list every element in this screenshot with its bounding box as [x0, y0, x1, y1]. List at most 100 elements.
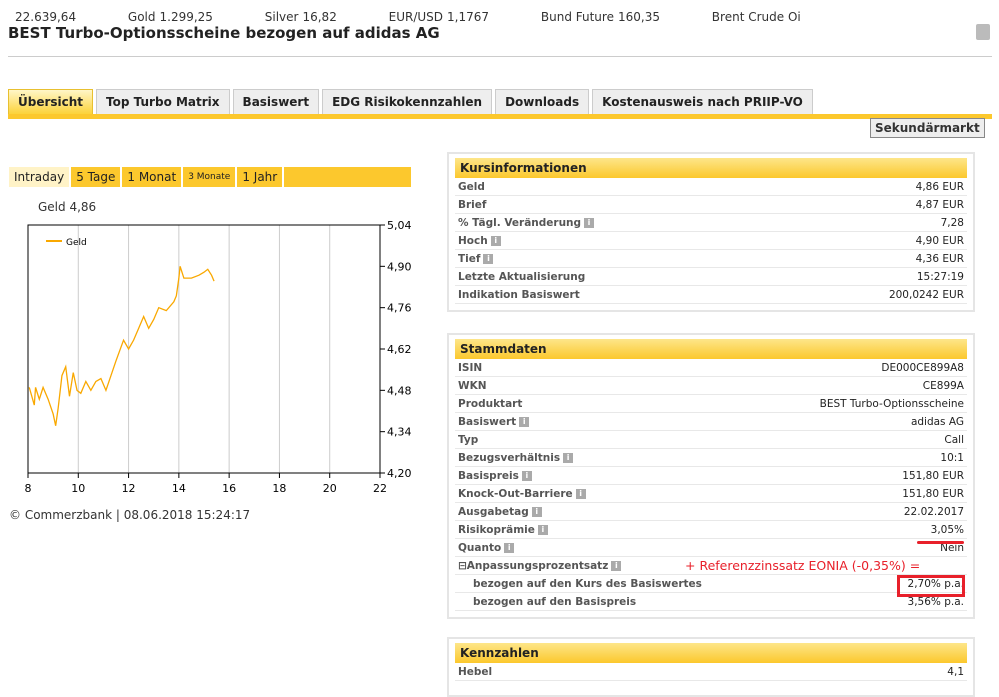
info-icon[interactable]: i: [563, 453, 574, 463]
info-icon[interactable]: i: [584, 218, 595, 228]
range-1-jahr[interactable]: 1 Jahr: [237, 167, 285, 187]
range-3-monate[interactable]: 3 Monate: [183, 167, 238, 187]
row-value: adidas AG: [910, 416, 964, 428]
row-label-text: ISIN: [458, 362, 483, 374]
row-label-text: Hebel: [458, 666, 493, 678]
data-row: ISIN DE000CE899A8: [455, 359, 967, 377]
row-value: CE899A: [922, 380, 964, 392]
data-row: Brief 4,87 EUR: [455, 196, 967, 214]
annotation-highlight-box: [897, 575, 965, 597]
tab-edg-risikokennzahlen[interactable]: EDG Risikokennzahlen: [322, 89, 493, 114]
row-label-text: bezogen auf den Kurs des Basiswertes: [473, 578, 702, 590]
row-label-text: Bezugsverhältnis: [458, 452, 561, 464]
chart-range-tabs: Intraday 5 Tage 1 Monat 3 Monate 1 Jahr: [9, 167, 411, 187]
x-tick-label: 14: [172, 482, 186, 495]
tab-kostenausweis[interactable]: Kostenausweis nach PRIIP-VO: [592, 89, 813, 114]
data-row: Typ Call: [455, 431, 967, 449]
ticker-label[interactable]: Silver: [265, 10, 299, 24]
row-label: WKN: [458, 380, 487, 392]
data-row: Ausgabetag i 22.02.2017: [455, 503, 967, 521]
row-label: Quanto i: [458, 542, 515, 554]
row-label-text: Ausgabetag: [458, 506, 529, 518]
info-icon[interactable]: i: [575, 489, 586, 499]
data-row: Letzte Aktualisierung 15:27:19: [455, 268, 967, 286]
info-icon[interactable]: i: [531, 507, 542, 517]
info-icon[interactable]: i: [490, 236, 501, 246]
info-icon[interactable]: i: [521, 471, 532, 481]
divider: [8, 56, 992, 57]
ticker-value: 1,1767: [447, 10, 490, 24]
range-intraday[interactable]: Intraday: [9, 167, 72, 187]
data-row: % Tägl. Veränderung i 7,28: [455, 214, 967, 232]
range-1-monat[interactable]: 1 Monat: [122, 167, 184, 187]
x-tick-label: 20: [323, 482, 337, 495]
print-icon[interactable]: [976, 24, 990, 40]
info-icon[interactable]: i: [504, 543, 515, 553]
y-tick-label: 4,48: [387, 384, 412, 397]
row-label-text: % Tägl. Veränderung: [458, 217, 582, 229]
y-tick-label: 4,62: [387, 343, 412, 356]
row-label-text: Letzte Aktualisierung: [458, 271, 586, 283]
row-label: Risikoprämie i: [458, 524, 548, 536]
data-row: bezogen auf den Basispreis 3,56% p.a.: [455, 593, 967, 611]
data-row: Risikoprämie i 3,05%: [455, 521, 967, 539]
annotation-underline: [917, 541, 964, 544]
row-label: Knock-Out-Barriere i: [458, 488, 586, 500]
ticker-value: 1.299,25: [159, 10, 213, 24]
range-5-tage[interactable]: 5 Tage: [71, 167, 123, 187]
info-icon[interactable]: i: [483, 254, 494, 264]
ticker-label[interactable]: EUR/USD: [389, 10, 443, 24]
row-label: Hoch i: [458, 235, 501, 247]
row-label: bezogen auf den Kurs des Basiswertes: [473, 578, 702, 590]
market-ticker: 22.639,64 Gold 1.299,25 Silver 16,82 EUR/U…: [15, 10, 805, 24]
row-label-text: Typ: [458, 434, 479, 446]
x-tick-label: 22: [373, 482, 387, 495]
row-label-text: Geld: [458, 181, 485, 193]
info-icon[interactable]: i: [537, 525, 548, 535]
row-label: Basiswert i: [458, 416, 530, 428]
row-value: DE000CE899A8: [881, 362, 964, 374]
ticker-label[interactable]: Gold: [128, 10, 156, 24]
row-label: Tief i: [458, 253, 494, 265]
row-label: Produktart: [458, 398, 522, 410]
annotation-text: + Referenzzinssatz EONIA (-0,35%) =: [685, 558, 921, 573]
sekundaermarkt-button[interactable]: Sekundärmarkt: [870, 118, 985, 138]
ticker-value: 16,82: [302, 10, 337, 24]
row-value: 3,56% p.a.: [907, 596, 964, 608]
row-label: ISIN: [458, 362, 482, 374]
legend-label: Geld: [66, 238, 87, 248]
ticker-label[interactable]: Brent Crude Oi: [712, 10, 801, 24]
ticker-label[interactable]: Bund Future: [541, 10, 614, 24]
row-label-text: Basiswert: [458, 416, 517, 428]
row-value: 15:27:19: [916, 271, 964, 283]
row-label: bezogen auf den Basispreis: [473, 596, 636, 608]
x-tick-label: 16: [222, 482, 236, 495]
info-icon[interactable]: i: [611, 561, 622, 571]
row-value: 3,05%: [930, 524, 964, 536]
row-label: Hebel: [458, 666, 492, 678]
row-value: 4,87 EUR: [915, 199, 964, 211]
data-row: WKN CE899A: [455, 377, 967, 395]
tab-uebersicht[interactable]: Übersicht: [8, 89, 94, 114]
tab-downloads[interactable]: Downloads: [495, 89, 590, 114]
tab-top-turbo-matrix[interactable]: Top Turbo Matrix: [96, 89, 230, 114]
plot-frame: [27, 224, 381, 474]
row-value: 4,1: [947, 666, 964, 678]
row-label: ⊟Anpassungsprozentsatz i: [458, 560, 622, 572]
panel-title: Stammdaten: [455, 339, 967, 359]
row-label-text: Tief: [458, 253, 481, 265]
x-tick-label: 8: [25, 482, 32, 495]
price-chart: 8 10 12 14 16 18 20 22 5,04 4,90 4,76 4,62 4,48 4,34 4…: [25, 219, 412, 495]
data-row: Produktart BEST Turbo-Optionsscheine: [455, 395, 967, 413]
y-tick-label: 4,20: [387, 467, 412, 480]
data-row: Indikation Basiswert 200,0242 EUR: [455, 286, 967, 304]
stammdaten-panel: Stammdaten ISIN DE000CE899A8 WKN CE899A Prod…: [447, 333, 975, 619]
row-value: 4,90 EUR: [915, 235, 964, 247]
tab-basiswert[interactable]: Basiswert: [232, 89, 320, 114]
row-value: 151,80 EUR: [902, 470, 964, 482]
row-value: 7,28: [940, 217, 964, 229]
info-icon[interactable]: i: [519, 417, 530, 427]
data-row: Geld 4,86 EUR: [455, 178, 967, 196]
data-row: Hebel 4,1: [455, 663, 967, 681]
y-tick-label: 5,04: [387, 219, 412, 232]
